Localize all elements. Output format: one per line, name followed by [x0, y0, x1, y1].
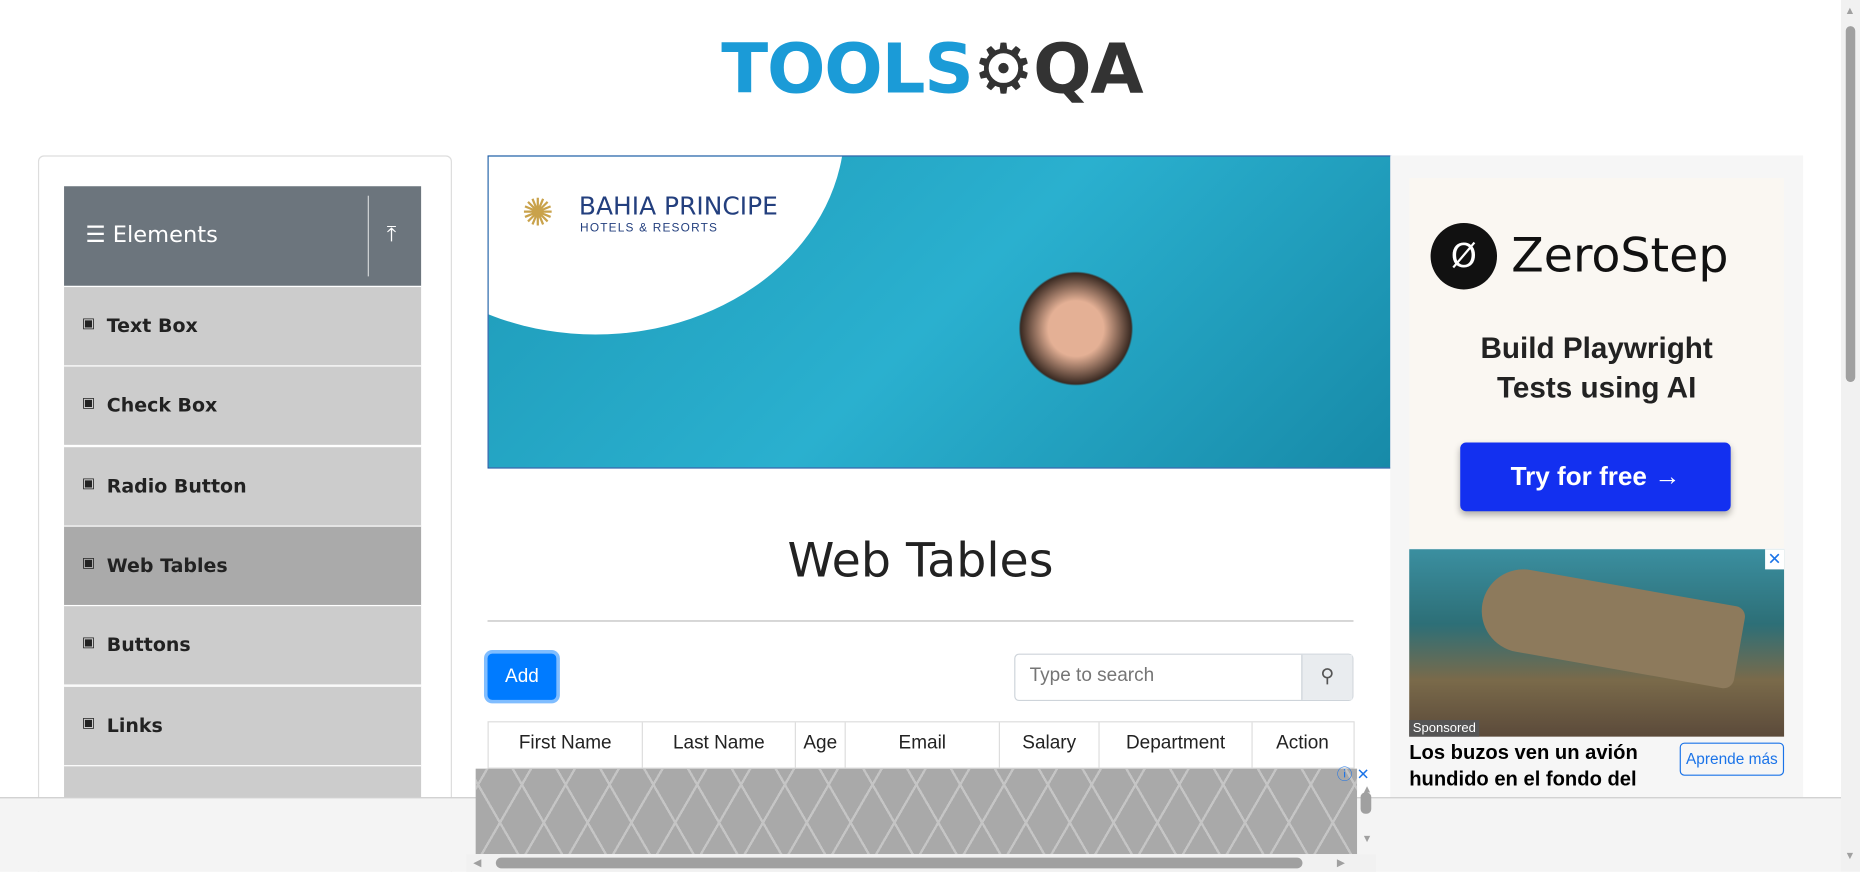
- ad-vertical-scrollbar[interactable]: ▲ ▼: [1357, 783, 1376, 854]
- column-header[interactable]: Department: [1100, 722, 1253, 768]
- gear-icon: ⚙: [972, 28, 1035, 110]
- zerostep-logo-icon: Ø: [1430, 223, 1498, 290]
- html5-icon: ▣: [81, 314, 96, 331]
- search-input[interactable]: [1015, 654, 1317, 698]
- upload-icon: ⤒: [386, 221, 397, 246]
- sponsored-ad-image[interactable]: Sponsored ✕: [1409, 549, 1785, 737]
- sidebar-item-links[interactable]: ▣ Links: [64, 685, 422, 766]
- sidebar-item-buttons[interactable]: ▣ Buttons: [64, 604, 422, 685]
- elements-group-header[interactable]: ☰ Elements ⤒: [64, 186, 422, 286]
- html5-icon: ▣: [81, 633, 96, 651]
- table-header: First Name Last Name Age Email Salary De…: [487, 721, 1355, 769]
- sidebar-item-check-box[interactable]: ▣ Check Box: [64, 365, 422, 445]
- bottom-ad[interactable]: [475, 768, 1358, 855]
- divider: [487, 620, 1354, 622]
- close-ad-icon[interactable]: ✕: [1765, 549, 1785, 570]
- page-title: Web Tables: [787, 533, 1054, 589]
- swimmer-image: [1010, 263, 1142, 394]
- add-button[interactable]: Add: [487, 653, 557, 700]
- ad-info-icon[interactable]: ⓘ ✕: [1337, 762, 1370, 785]
- column-header[interactable]: First Name: [489, 722, 643, 768]
- try-for-free-button[interactable]: Try for free →: [1460, 442, 1731, 512]
- sidebar-item-text-box[interactable]: ▣ Text Box: [64, 285, 422, 366]
- sidebar-item-web-tables[interactable]: ▣ Web Tables: [64, 525, 422, 605]
- column-header[interactable]: Last Name: [643, 722, 796, 768]
- ad-horizontal-scrollbar[interactable]: ◀ ▶: [466, 854, 1377, 872]
- toolsqa-logo[interactable]: TOOLS ⚙ QA: [721, 26, 1143, 111]
- search-icon[interactable]: ⚲: [1301, 654, 1353, 700]
- ad-headline[interactable]: Los buzos ven un avión hundido en el fon…: [1409, 740, 1670, 792]
- sidebar-item-radio-button[interactable]: ▣ Radio Button: [64, 446, 422, 526]
- html5-icon: ▣: [81, 474, 96, 492]
- zerostep-ad[interactable]: Ø ZeroStep Build Playwright Tests using AI…: [1409, 177, 1785, 549]
- column-header[interactable]: Salary: [1000, 722, 1100, 768]
- column-header[interactable]: Email: [846, 722, 1000, 768]
- page-scrollbar[interactable]: ▲ ▼: [1841, 0, 1860, 872]
- sun-logo-icon: ✺: [521, 190, 554, 234]
- menu-icon: ☰: [85, 221, 106, 248]
- html5-icon: ▣: [81, 393, 96, 411]
- search-box: ⚲: [1014, 653, 1354, 702]
- divider: [367, 195, 369, 277]
- banner-ad[interactable]: ✺ BAHIA PRINCIPE HOTELS & RESORTS: [487, 155, 1392, 469]
- learn-more-button[interactable]: Aprende más: [1679, 742, 1785, 776]
- html5-icon: ▣: [81, 553, 96, 571]
- column-header[interactable]: Age: [796, 722, 846, 768]
- html5-icon: ▣: [81, 714, 96, 731]
